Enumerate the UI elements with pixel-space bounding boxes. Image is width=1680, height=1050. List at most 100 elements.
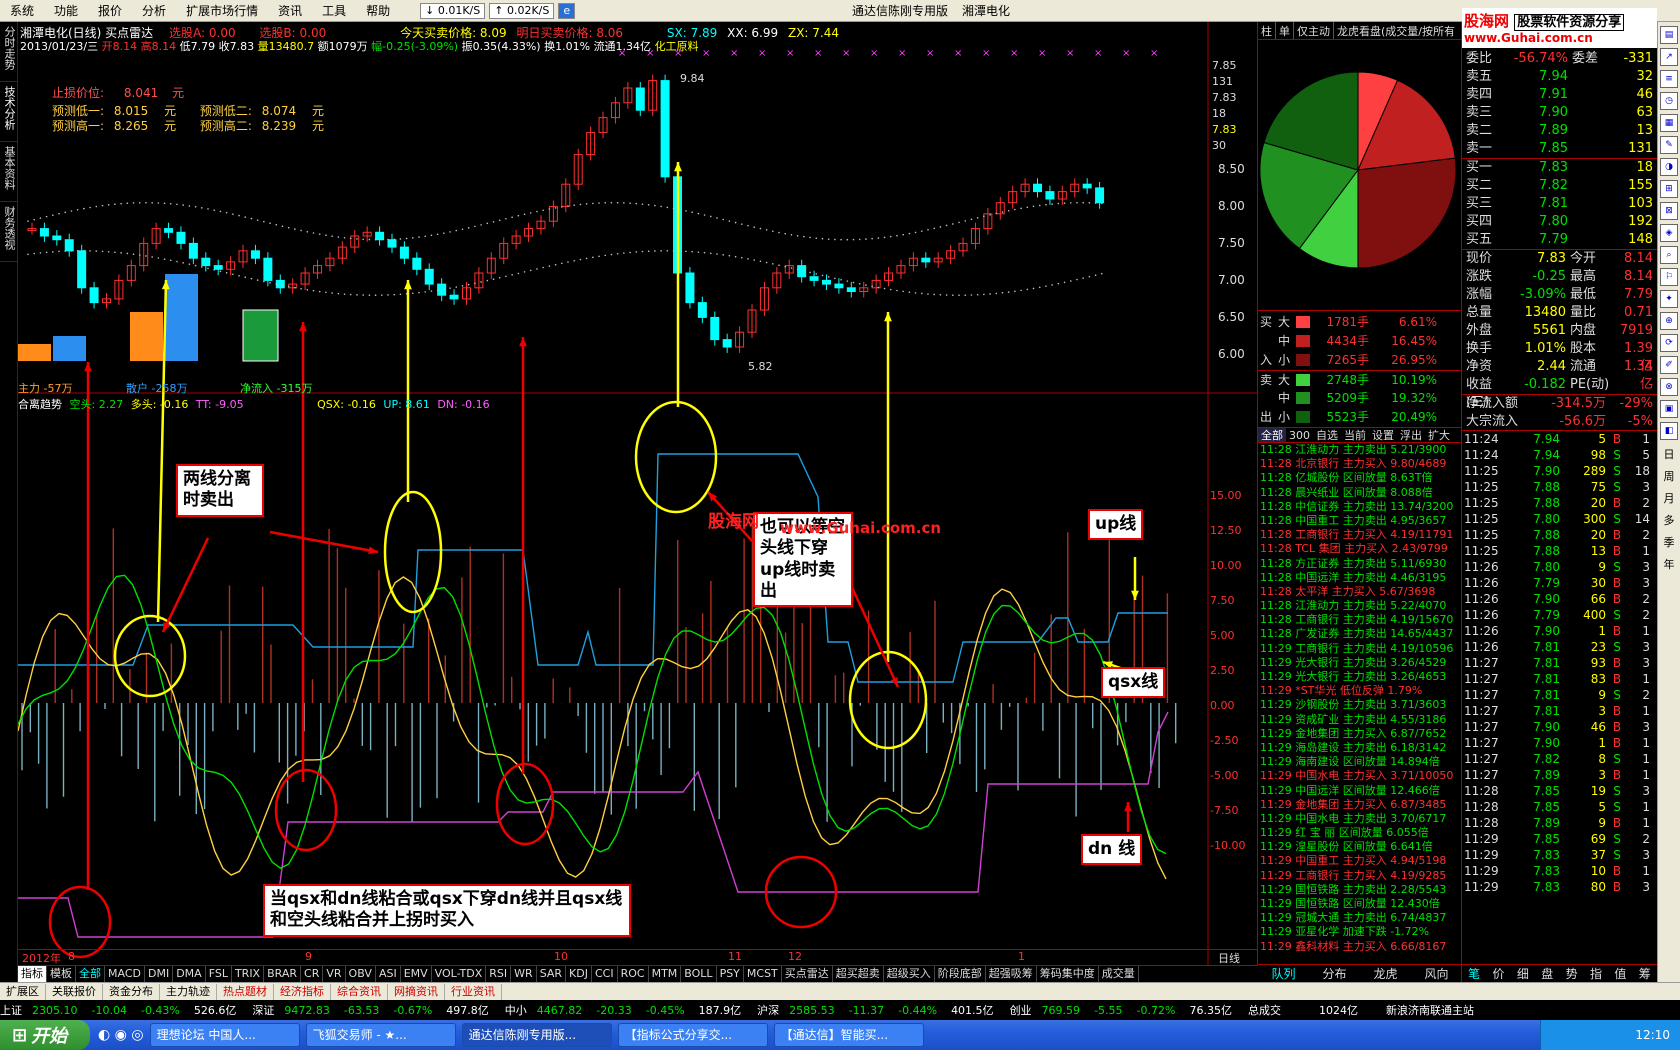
rp-tab-active[interactable]: 仅主动 bbox=[1294, 22, 1334, 39]
news-item[interactable]: 11:28 工商银行 主力卖出 4.19/15670 bbox=[1260, 613, 1461, 627]
period-year[interactable]: 年 bbox=[1658, 556, 1680, 572]
toolbar-icon-14[interactable]: ⊕ bbox=[1660, 312, 1678, 330]
indicator-tab[interactable]: DMI bbox=[145, 966, 174, 982]
indicator-tab[interactable]: FSL bbox=[206, 966, 232, 982]
news-tab[interactable]: 自选 bbox=[1313, 428, 1341, 442]
indicator-tab[interactable]: TRIX bbox=[232, 966, 265, 982]
toolbar-icon-1[interactable]: ▤ bbox=[1660, 26, 1678, 44]
taskbar-item[interactable]: 【通达信】智能买... bbox=[773, 1023, 924, 1047]
quicklaunch-icons[interactable]: ◐ ◉ ◎ bbox=[98, 1027, 144, 1043]
sell-level[interactable]: 卖三 7.90 63 bbox=[1462, 104, 1657, 122]
tab-financial[interactable]: 财务透视 bbox=[0, 202, 18, 262]
indicator-tab[interactable]: 指标 bbox=[18, 966, 47, 982]
ext-tab[interactable]: 网摘资讯 bbox=[388, 983, 445, 1000]
qp-bottom-tab[interactable]: 笔 bbox=[1462, 965, 1486, 982]
period-quarter[interactable]: 季 bbox=[1658, 534, 1680, 550]
indicator-tab[interactable]: ROC bbox=[618, 966, 649, 982]
ext-tab[interactable]: 主力轨迹 bbox=[160, 983, 217, 1000]
buy-level[interactable]: 买五 7.79 148 bbox=[1462, 231, 1657, 249]
news-item[interactable]: 11:29 中国水电 主力卖出 3.70/6717 bbox=[1260, 812, 1461, 826]
buy-level[interactable]: 买一 7.83 18 bbox=[1462, 159, 1657, 177]
rp-bottom-tab[interactable]: 风向 bbox=[1411, 965, 1462, 982]
toolbar-icon-12[interactable]: ⚐ bbox=[1660, 268, 1678, 286]
toolbar-icon-19[interactable]: ◧ bbox=[1660, 422, 1678, 440]
menu-item-ext-market[interactable]: 扩展市场行情 bbox=[176, 0, 268, 22]
qp-bottom-tab[interactable]: 价 bbox=[1486, 965, 1510, 982]
news-item[interactable]: 11:28 江淮动力 主力卖出 5.21/3900 bbox=[1260, 443, 1461, 457]
menu-item-function[interactable]: 功能 bbox=[44, 0, 88, 22]
sell-level[interactable]: 卖五 7.94 32 bbox=[1462, 68, 1657, 86]
rp-tab-longhu[interactable]: 龙虎看盘(成交量/按所有 bbox=[1334, 22, 1458, 39]
news-item[interactable]: 11:29 金地集团 主力买入 6.87/7652 bbox=[1260, 727, 1461, 741]
news-item[interactable]: 11:29 *ST华光 低位反弹 1.79% bbox=[1260, 684, 1461, 698]
rp-tab-single[interactable]: 单 bbox=[1276, 22, 1294, 39]
menu-item-analysis[interactable]: 分析 bbox=[132, 0, 176, 22]
menu-item-help[interactable]: 帮助 bbox=[356, 0, 400, 22]
news-item[interactable]: 11:28 中国重工 主力卖出 4.95/3657 bbox=[1260, 514, 1461, 528]
qp-bottom-tab[interactable]: 盘 bbox=[1535, 965, 1559, 982]
browser-icon[interactable]: e bbox=[558, 2, 576, 19]
indicator-tab[interactable]: 全部 bbox=[76, 966, 105, 982]
news-item[interactable]: 11:29 光大银行 主力卖出 3.26/4653 bbox=[1260, 670, 1461, 684]
toolbar-icon-15[interactable]: ⟳ bbox=[1660, 334, 1678, 352]
news-tab[interactable]: 全部 bbox=[1258, 428, 1286, 442]
tab-fundamental[interactable]: 基本资料 bbox=[0, 142, 18, 202]
index-item[interactable]: 沪深 2585.53 -11.37 -0.44% 401.5亿 bbox=[757, 1002, 1001, 1018]
ext-tab[interactable]: 关联报价 bbox=[46, 983, 103, 1000]
news-item[interactable]: 11:29 中国远洋 区间放量 12.466倍 bbox=[1260, 784, 1461, 798]
indicator-tab[interactable]: BRAR bbox=[264, 966, 302, 982]
indicator-tab[interactable]: SAR bbox=[537, 966, 567, 982]
indicator-tab[interactable]: MCST bbox=[744, 966, 782, 982]
indicator-tab[interactable]: 模板 bbox=[47, 966, 76, 982]
menu-item-quote[interactable]: 报价 bbox=[88, 0, 132, 22]
news-item[interactable]: 11:29 海南建设 区间放量 14.894倍 bbox=[1260, 755, 1461, 769]
period-week[interactable]: 周 bbox=[1658, 468, 1680, 484]
news-item[interactable]: 11:28 太平洋 主力买入 5.67/3698 bbox=[1260, 585, 1461, 599]
news-item[interactable]: 11:29 工商银行 主力卖出 4.19/10596 bbox=[1260, 642, 1461, 656]
news-item[interactable]: 11:28 中信证券 主力卖出 13.74/3200 bbox=[1260, 500, 1461, 514]
news-item[interactable]: 11:29 国恒铁路 主力卖出 2.28/5543 bbox=[1260, 883, 1461, 897]
indicator-tab[interactable]: 筹码集中度 bbox=[1037, 966, 1099, 982]
ext-tab[interactable]: 行业资讯 bbox=[445, 983, 502, 1000]
toolbar-icon-17[interactable]: ⊗ bbox=[1660, 378, 1678, 396]
news-item[interactable]: 11:29 海岛建设 主力卖出 6.18/3142 bbox=[1260, 741, 1461, 755]
news-tab[interactable]: 设置 bbox=[1369, 428, 1397, 442]
news-item[interactable]: 11:28 TCL 集团 主力买入 2.43/9799 bbox=[1260, 542, 1461, 556]
news-tab[interactable]: 浮出 bbox=[1397, 428, 1425, 442]
buy-level[interactable]: 买四 7.80 192 bbox=[1462, 213, 1657, 231]
qp-bottom-tab[interactable]: 筹 bbox=[1633, 965, 1657, 982]
news-item[interactable]: 11:28 亿城股份 区间放量 8.63T倍 bbox=[1260, 471, 1461, 485]
news-item[interactable]: 11:29 金地集团 主力买入 6.87/3485 bbox=[1260, 798, 1461, 812]
toolbar-icon-2[interactable]: ↗ bbox=[1660, 48, 1678, 66]
kline-chart-area[interactable]: × × × × × × × × × × × × × × × × × × × × 湘潭电化(日线) 买点雷达 选股A: … bbox=[18, 22, 1258, 968]
toolbar-icon-11[interactable]: ⌕ bbox=[1660, 246, 1678, 264]
indicator-tab[interactable]: ASI bbox=[376, 966, 401, 982]
indicator-tab[interactable]: PSY bbox=[717, 966, 744, 982]
rp-bottom-tab[interactable]: 队列 bbox=[1258, 965, 1309, 982]
indicator-tab[interactable]: 阶段底部 bbox=[935, 966, 986, 982]
index-item[interactable]: 深证 9472.83 -63.53 -0.67% 497.8亿 bbox=[252, 1002, 496, 1018]
news-item[interactable]: 11:28 方正证券 主力卖出 5.11/6930 bbox=[1260, 557, 1461, 571]
news-item[interactable]: 11:29 湟星股份 区间放量 6.641倍 bbox=[1260, 840, 1461, 854]
indicator-tab[interactable]: 成交量 bbox=[1099, 966, 1139, 982]
qp-bottom-tab[interactable]: 值 bbox=[1608, 965, 1632, 982]
sell-level[interactable]: 卖二 7.89 13 bbox=[1462, 122, 1657, 140]
toolbar-icon-4[interactable]: ◷ bbox=[1660, 92, 1678, 110]
news-tab[interactable]: 当前 bbox=[1341, 428, 1369, 442]
rp-tab-bar[interactable]: 柱 bbox=[1258, 22, 1276, 39]
toolbar-icon-6[interactable]: ✎ bbox=[1660, 136, 1678, 154]
toolbar-icon-8[interactable]: ⊞ bbox=[1660, 180, 1678, 198]
indicator-tab[interactable]: CCI bbox=[592, 966, 618, 982]
ext-tab[interactable]: 热点题材 bbox=[217, 983, 274, 1000]
indicator-tab[interactable]: CR bbox=[301, 966, 324, 982]
news-item[interactable]: 11:29 红 宝 丽 区间放量 6.055倍 bbox=[1260, 826, 1461, 840]
taskbar-item[interactable]: 通达信陈刚专用版... bbox=[461, 1023, 612, 1047]
toolbar-icon-13[interactable]: ✦ bbox=[1660, 290, 1678, 308]
indicator-tab[interactable]: 超强吸筹 bbox=[986, 966, 1037, 982]
toolbar-icon-18[interactable]: ▣ bbox=[1660, 400, 1678, 418]
news-tab[interactable]: 300 bbox=[1286, 428, 1313, 442]
toolbar-icon-3[interactable]: ≡ bbox=[1660, 70, 1678, 88]
toolbar-icon-10[interactable]: ◈ bbox=[1660, 224, 1678, 242]
indicator-tab[interactable]: 超买超卖 bbox=[833, 966, 884, 982]
period-month[interactable]: 月 bbox=[1658, 490, 1680, 506]
